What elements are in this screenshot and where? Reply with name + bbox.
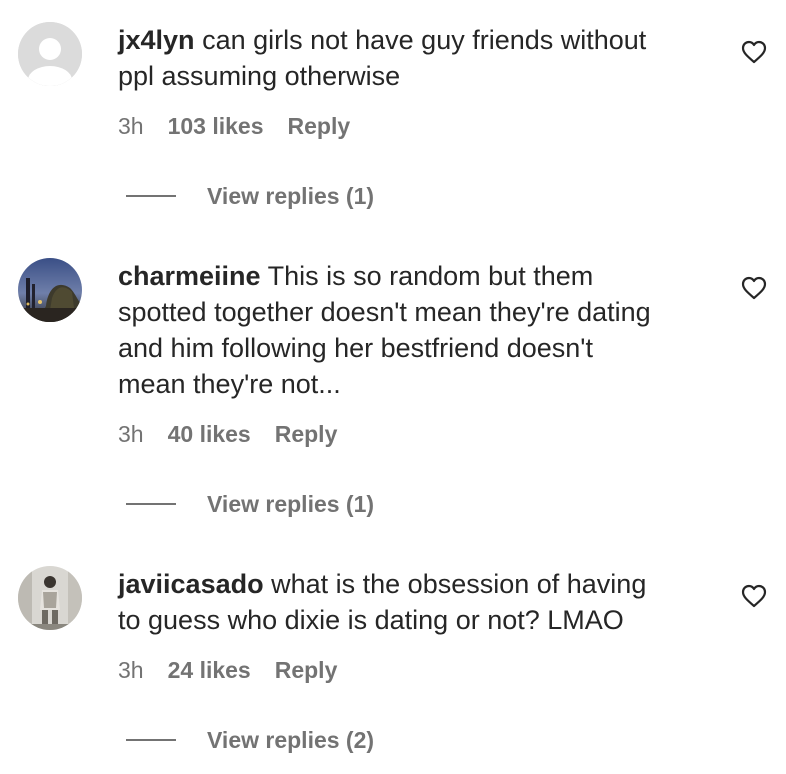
comment-time: 3h xyxy=(118,657,144,683)
view-replies-label: View replies (2) xyxy=(207,727,375,753)
mirror-selfie-photo-avatar xyxy=(18,566,82,630)
avatar[interactable] xyxy=(18,566,82,630)
view-replies-button[interactable]: View replies (1) xyxy=(126,490,374,518)
comment-time: 3h xyxy=(118,113,144,139)
comment-username[interactable]: javiicasado xyxy=(118,569,264,599)
view-replies-label: View replies (1) xyxy=(207,183,375,209)
like-button[interactable] xyxy=(741,584,767,608)
avatar[interactable] xyxy=(18,22,82,86)
default-avatar-icon xyxy=(18,22,82,86)
comment-likes[interactable]: 103 likes xyxy=(168,112,264,140)
replies-divider-line xyxy=(126,739,176,741)
view-replies-button[interactable]: View replies (1) xyxy=(126,182,374,210)
view-replies-button[interactable]: View replies (2) xyxy=(126,726,374,754)
comment-text: javiicasado what is the obsession of hav… xyxy=(118,566,718,638)
reply-button[interactable]: Reply xyxy=(275,420,338,448)
replies-divider-line xyxy=(126,503,176,505)
comment-username[interactable]: jx4lyn xyxy=(118,25,195,55)
comment-text: charmeiine This is so random but them sp… xyxy=(118,258,718,402)
replies-divider-line xyxy=(126,195,176,197)
comment-username[interactable]: charmeiine xyxy=(118,261,261,291)
comment-meta: 3h 103 likes Reply xyxy=(118,112,350,140)
like-button[interactable] xyxy=(741,276,767,300)
comment-time: 3h xyxy=(118,421,144,447)
comment-meta: 3h 40 likes Reply xyxy=(118,420,337,448)
comment-likes[interactable]: 40 likes xyxy=(168,420,251,448)
heart-icon xyxy=(741,40,767,64)
comment-body: can girls not have guy friends without p… xyxy=(118,25,647,91)
heart-icon xyxy=(741,584,767,608)
reply-button[interactable]: Reply xyxy=(275,656,338,684)
avatar[interactable] xyxy=(18,258,82,322)
like-button[interactable] xyxy=(741,40,767,64)
night-sky-photo-avatar xyxy=(18,258,82,322)
comment-text: jx4lyn can girls not have guy friends wi… xyxy=(118,22,718,94)
reply-button[interactable]: Reply xyxy=(288,112,351,140)
comment-meta: 3h 24 likes Reply xyxy=(118,656,337,684)
comment-likes[interactable]: 24 likes xyxy=(168,656,251,684)
view-replies-label: View replies (1) xyxy=(207,491,375,517)
heart-icon xyxy=(741,276,767,300)
